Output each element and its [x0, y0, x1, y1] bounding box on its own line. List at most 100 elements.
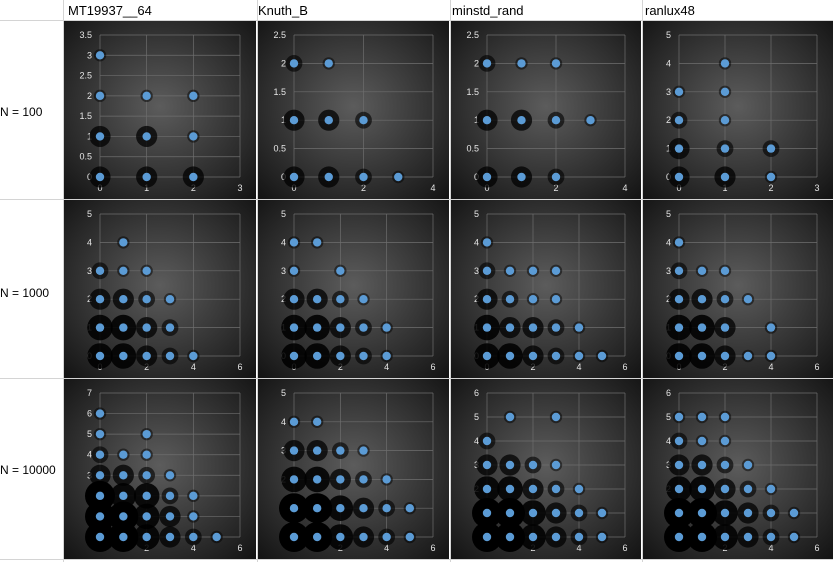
data-point	[382, 532, 391, 542]
data-point	[142, 532, 151, 542]
data-point	[359, 532, 368, 542]
scatter-panel-minstd-rand-n-100: 00.511.522.5024	[451, 21, 641, 199]
data-point	[697, 508, 707, 518]
scatter-panel-knuth-b-n-1000: 0123450246	[258, 200, 449, 378]
data-point	[505, 508, 515, 518]
data-point	[336, 446, 345, 455]
data-point	[289, 238, 299, 247]
y-tick-label: 5	[87, 209, 92, 219]
data-point	[551, 508, 561, 518]
data-point	[743, 532, 753, 542]
data-point	[551, 460, 561, 470]
y-tick-label: 2	[281, 58, 286, 68]
data-point	[482, 59, 492, 68]
x-tick-label: 6	[814, 362, 819, 372]
data-point	[382, 323, 391, 332]
data-point	[697, 484, 707, 494]
data-point	[95, 471, 105, 480]
x-tick-label: 4	[384, 362, 389, 372]
y-tick-label: 2	[474, 58, 479, 68]
data-point	[95, 132, 105, 141]
data-point	[574, 323, 584, 332]
data-point	[142, 323, 151, 332]
data-point	[289, 417, 299, 426]
x-tick-label: 6	[622, 362, 627, 372]
x-tick-label: 6	[814, 543, 819, 553]
scatter-panel-mt19937-64-n-1000: 0123450246	[64, 200, 256, 378]
data-point	[574, 484, 584, 494]
data-point	[505, 351, 515, 361]
data-point	[720, 412, 730, 422]
y-tick-label: 5	[666, 30, 671, 40]
data-point	[142, 491, 151, 501]
y-tick-label: 6	[87, 409, 92, 419]
y-tick-label: 5	[666, 209, 671, 219]
data-point	[359, 504, 368, 513]
x-tick-label: 2	[768, 183, 773, 193]
data-point	[289, 532, 299, 542]
data-point	[505, 460, 515, 470]
data-point	[482, 116, 492, 125]
y-tick-label: 4	[87, 450, 92, 460]
data-point	[674, 436, 684, 446]
scatter-panel-knuth-b-n-10000: 0123450246	[258, 379, 449, 559]
data-point	[336, 351, 345, 361]
y-tick-label: 2.5	[79, 71, 92, 81]
data-point	[720, 87, 730, 97]
y-tick-label: 4	[666, 237, 671, 247]
data-point	[720, 532, 730, 542]
data-point	[697, 460, 707, 470]
y-tick-label: 4	[666, 58, 671, 68]
data-point	[697, 412, 707, 422]
data-point	[359, 351, 368, 361]
data-point	[482, 508, 492, 518]
data-point	[359, 475, 368, 484]
data-point	[189, 491, 198, 501]
data-point	[528, 508, 538, 518]
data-point	[359, 295, 368, 304]
data-point	[95, 172, 105, 182]
x-tick-label: 6	[237, 543, 242, 553]
data-point	[586, 116, 595, 125]
x-tick-label: 6	[430, 543, 435, 553]
data-point	[551, 351, 561, 361]
data-point	[312, 238, 322, 247]
data-point	[189, 512, 198, 521]
data-point	[336, 323, 345, 332]
data-point	[312, 417, 322, 426]
y-tick-label: 3	[87, 266, 92, 276]
data-point	[482, 323, 492, 332]
y-tick-label: 4	[281, 237, 286, 247]
y-tick-label: 3	[87, 50, 92, 60]
data-point	[766, 532, 776, 542]
data-point	[743, 460, 753, 470]
data-point	[674, 484, 684, 494]
data-point	[142, 429, 151, 439]
data-point	[551, 266, 561, 275]
data-point	[336, 295, 345, 304]
data-point	[312, 295, 322, 304]
data-point	[528, 295, 538, 304]
data-point	[551, 323, 561, 332]
scatter-panel-mt19937-64-n-100: 00.511.522.533.50123	[64, 21, 256, 199]
y-tick-label: 1.5	[466, 87, 479, 97]
data-point	[142, 512, 151, 521]
data-point	[674, 172, 684, 182]
x-tick-label: 4	[576, 362, 581, 372]
data-point	[394, 172, 403, 182]
y-tick-label: 3	[281, 266, 286, 276]
data-point	[674, 532, 684, 542]
data-point	[789, 508, 799, 518]
data-point	[743, 508, 753, 518]
data-point	[528, 484, 538, 494]
data-point	[551, 532, 561, 542]
data-point	[382, 504, 391, 513]
x-tick-label: 3	[237, 183, 242, 193]
data-point	[766, 323, 776, 332]
y-tick-label: 0.5	[466, 144, 479, 154]
data-point	[324, 116, 333, 125]
y-tick-label: 4	[474, 436, 479, 446]
y-tick-label: 0.5	[273, 144, 286, 154]
data-point	[743, 351, 753, 361]
data-point	[312, 446, 322, 455]
